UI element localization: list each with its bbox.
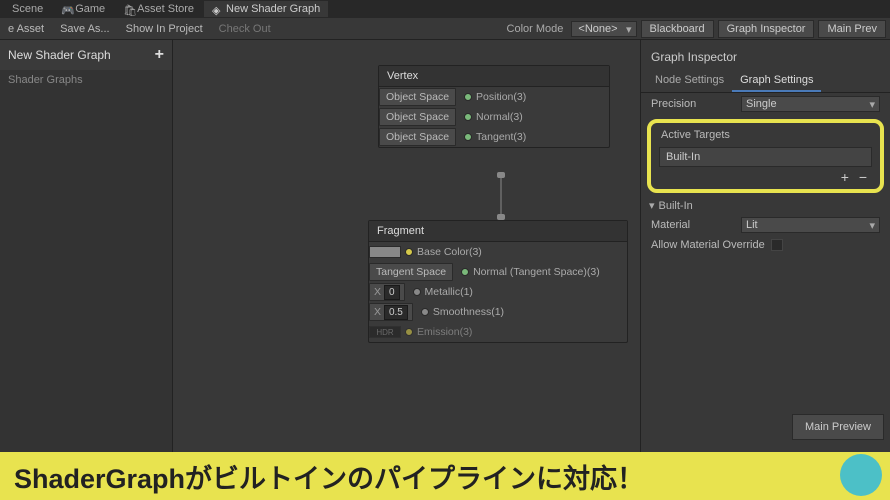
- color-mode-label: Color Mode: [503, 23, 568, 35]
- graph-inspector-button[interactable]: Graph Inspector: [718, 20, 815, 38]
- main-preview-panel-button[interactable]: Main Preview: [792, 414, 884, 440]
- active-targets-label: Active Targets: [651, 125, 880, 145]
- allow-override-label: Allow Material Override: [651, 239, 771, 251]
- port-icon[interactable]: [464, 113, 472, 121]
- fragment-row-emission[interactable]: HDR Emission(3): [369, 322, 627, 342]
- material-label: Material: [651, 219, 741, 231]
- graph-canvas[interactable]: Vertex Object Space Position(3) Object S…: [173, 40, 640, 500]
- port-icon[interactable]: [464, 133, 472, 141]
- fragment-row-basecolor[interactable]: Base Color(3): [369, 242, 627, 262]
- gamepad-icon: 🎮: [61, 4, 71, 14]
- port-icon[interactable]: [405, 328, 413, 336]
- add-property-button[interactable]: +: [155, 46, 164, 64]
- port-icon[interactable]: [421, 308, 429, 316]
- space-pill[interactable]: Object Space: [379, 128, 456, 146]
- space-pill[interactable]: Object Space: [379, 108, 456, 126]
- hdr-swatch[interactable]: HDR: [369, 326, 401, 338]
- space-pill[interactable]: Tangent Space: [369, 263, 453, 281]
- fragment-row-smoothness[interactable]: X 0.5 Smoothness(1): [369, 302, 627, 322]
- port-icon[interactable]: [464, 93, 472, 101]
- blackboard-title: New Shader Graph: [8, 48, 111, 62]
- color-swatch[interactable]: [369, 246, 401, 258]
- blackboard-subtitle: Shader Graphs: [0, 70, 172, 90]
- caption-banner: ShaderGraphがビルトインのパイプラインに対応！: [0, 452, 890, 500]
- port-icon[interactable]: [413, 288, 421, 296]
- bag-icon: 🛍: [123, 4, 133, 14]
- material-dropdown[interactable]: Lit: [741, 217, 880, 233]
- target-item-builtin[interactable]: Built-In: [659, 147, 872, 167]
- asset-button[interactable]: e Asset: [0, 20, 52, 38]
- toolbar: e Asset Save As... Show In Project Check…: [0, 18, 890, 40]
- blackboard-panel: New Shader Graph + Shader Graphs: [0, 40, 173, 500]
- remove-target-button[interactable]: −: [856, 169, 870, 185]
- main-preview-button[interactable]: Main Prev: [818, 20, 886, 38]
- vertex-row-normal[interactable]: Object Space Normal(3): [379, 107, 609, 127]
- graph-inspector-panel: Graph Inspector Node Settings Graph Sett…: [640, 40, 890, 500]
- shader-icon: ◈: [212, 4, 222, 14]
- editor-tabs: Scene 🎮Game 🛍Asset Store ◈New Shader Gra…: [0, 0, 890, 18]
- fragment-row-normal[interactable]: Tangent Space Normal (Tangent Space)(3): [369, 262, 627, 282]
- block-link-icon: [491, 172, 511, 220]
- allow-override-checkbox[interactable]: [771, 239, 783, 251]
- tab-shader-graph[interactable]: ◈New Shader Graph: [204, 1, 328, 17]
- port-icon[interactable]: [405, 248, 413, 256]
- builtin-foldout[interactable]: ▾ Built-In: [641, 197, 890, 214]
- fragment-block[interactable]: Fragment Base Color(3) Tangent Space Nor…: [368, 220, 628, 343]
- blackboard-button[interactable]: Blackboard: [641, 20, 714, 38]
- badge-icon: [840, 454, 882, 496]
- tab-graph-settings[interactable]: Graph Settings: [732, 70, 821, 92]
- inspector-title: Graph Inspector: [641, 44, 890, 70]
- precision-dropdown[interactable]: Single: [741, 96, 880, 112]
- vertex-row-position[interactable]: Object Space Position(3): [379, 87, 609, 107]
- color-mode-dropdown[interactable]: <None>: [571, 21, 636, 37]
- add-target-button[interactable]: +: [838, 169, 852, 185]
- show-in-project-button[interactable]: Show In Project: [118, 20, 211, 38]
- tab-game[interactable]: 🎮Game: [53, 1, 113, 17]
- chevron-down-icon: ▾: [649, 199, 655, 212]
- vertex-block[interactable]: Vertex Object Space Position(3) Object S…: [378, 65, 610, 148]
- tab-scene[interactable]: Scene: [4, 1, 51, 17]
- fragment-row-metallic[interactable]: X 0 Metallic(1): [369, 282, 627, 302]
- tab-asset-store[interactable]: 🛍Asset Store: [115, 1, 202, 17]
- fragment-title: Fragment: [369, 221, 627, 242]
- active-targets-highlight: Active Targets Built-In + −: [647, 119, 884, 193]
- vertex-title: Vertex: [379, 66, 609, 87]
- metallic-input[interactable]: 0: [384, 285, 400, 300]
- space-pill[interactable]: Object Space: [379, 88, 456, 106]
- smoothness-input[interactable]: 0.5: [384, 305, 408, 320]
- banner-text: ShaderGraphがビルトインのパイプラインに対応！: [14, 457, 644, 496]
- vertex-row-tangent[interactable]: Object Space Tangent(3): [379, 127, 609, 147]
- tab-node-settings[interactable]: Node Settings: [647, 70, 732, 92]
- save-as-button[interactable]: Save As...: [52, 20, 118, 38]
- precision-label: Precision: [651, 98, 741, 110]
- checkout-button[interactable]: Check Out: [211, 20, 279, 38]
- port-icon[interactable]: [461, 268, 469, 276]
